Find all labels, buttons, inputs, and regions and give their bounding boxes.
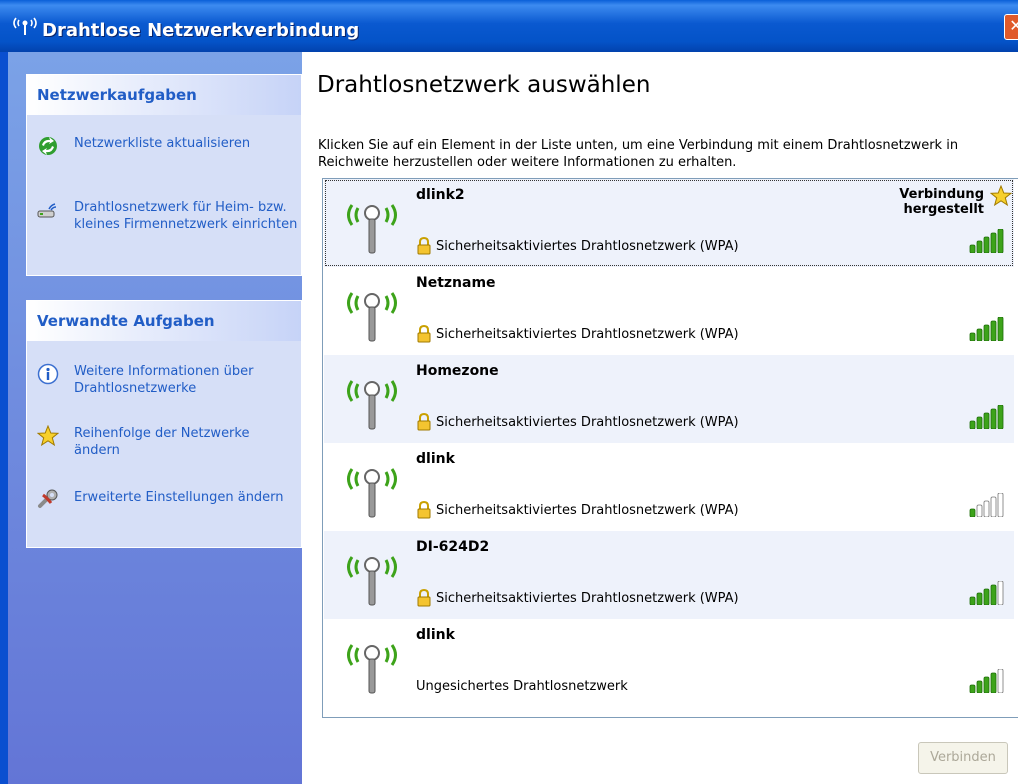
signal-bar [997,229,1004,253]
signal-bar [969,244,976,253]
instructions-text: Klicken Sie auf ein Element in der Liste… [318,138,959,170]
signal-bar [976,504,983,517]
security-info: Sicherheitsaktiviertes Drahtlosnetzwerk … [436,503,739,518]
signal-bar [976,328,983,341]
network-tasks-title: Netzwerkaufgaben [27,75,301,115]
antenna-icon [347,468,397,518]
lock-icon [417,237,431,255]
signal-bar [990,408,997,429]
security-info: Sicherheitsaktiviertes Drahtlosnetzwerk … [436,591,739,606]
signal-bar [969,508,976,517]
network-row[interactable]: dlink Sicherheitsaktiviertes Drahtlosnet… [324,443,1014,531]
signal-strength-icon [969,581,1004,605]
setup-wireless-network-link[interactable]: Drahtlosnetzwerk für Heim- bzw. kleines … [37,199,297,253]
signal-bar [976,592,983,605]
lock-icon [417,501,431,519]
signal-bar [997,669,1004,693]
network-list[interactable]: dlink2 Verbindung hergestellt Sicherheit… [322,178,1018,718]
signal-bar [997,405,1004,429]
main-panel: Drahtlosnetzwerk auswählen Klicken Sie a… [302,52,1018,784]
security-info: Sicherheitsaktiviertes Drahtlosnetzwerk … [436,239,739,254]
page-title: Drahtlosnetzwerk auswählen [317,72,651,98]
network-row[interactable]: Netzname Sicherheitsaktiviertes Drahtlos… [324,267,1014,355]
star-icon [37,425,59,447]
signal-bar [990,672,997,693]
connection-status: Verbindung hergestellt [899,187,984,217]
task-label: Drahtlosnetzwerk für Heim- bzw. kleines … [74,200,298,232]
signal-bar [983,588,990,605]
antenna-icon [347,380,397,430]
refresh-icon [39,137,57,155]
network-row[interactable]: Homezone Sicherheitsaktiviertes Drahtlos… [324,355,1014,443]
lock-icon [417,589,431,607]
network-name: DI-624D2 [416,539,490,555]
lock-icon [417,325,431,343]
task-label: Weitere Informationen über Drahtlosnetzw… [74,364,254,396]
security-info: Ungesichertes Drahtlosnetzwerk [416,679,628,694]
signal-bar [969,684,976,693]
signal-strength-icon [969,229,1004,253]
network-name: dlink2 [416,187,465,203]
network-row[interactable]: dlink2 Verbindung hergestellt Sicherheit… [324,179,1014,267]
signal-bar [983,236,990,253]
signal-bar [997,581,1004,605]
antenna-icon [347,292,397,342]
signal-bar [969,420,976,429]
network-row[interactable]: dlink Ungesichertes Drahtlosnetzwerk [324,619,1014,707]
security-info: Sicherheitsaktiviertes Drahtlosnetzwerk … [436,327,739,342]
task-label: Erweiterte Einstellungen ändern [74,490,284,505]
wireless-setup-icon [37,203,57,218]
signal-bar [997,493,1004,517]
related-tasks-title: Verwandte Aufgaben [27,301,301,341]
network-name: dlink [416,627,455,643]
network-name: Homezone [416,363,499,379]
signal-strength-icon [969,669,1004,693]
signal-strength-icon [969,493,1004,517]
more-info-wireless-link[interactable]: Weitere Informationen über Drahtlosnetzw… [37,363,297,403]
settings-icon [38,489,58,508]
change-network-order-link[interactable]: Reihenfolge der Netzwerke ändern [37,425,297,465]
network-tasks-panel: Netzwerkaufgaben Netzwerkliste aktualisi… [26,74,302,276]
close-button[interactable]: ✕ [1004,14,1018,40]
network-name: Netzname [416,275,496,291]
signal-bar [976,416,983,429]
signal-strength-icon [969,405,1004,429]
signal-bar [976,680,983,693]
signal-bar [990,232,997,253]
signal-bar [983,412,990,429]
refresh-network-list-link[interactable]: Netzwerkliste aktualisieren [37,135,297,159]
lock-icon [417,413,431,431]
signal-strength-icon [969,317,1004,341]
info-icon [37,363,59,385]
signal-bar [990,584,997,605]
task-label: Netzwerkliste aktualisieren [74,136,251,151]
task-pane: Netzwerkaufgaben Netzwerkliste aktualisi… [0,52,302,784]
network-name: dlink [416,451,455,467]
wireless-icon [13,17,37,35]
related-tasks-panel: Verwandte Aufgaben Weitere Informationen… [26,300,302,548]
signal-bar [976,240,983,253]
task-label: Reihenfolge der Netzwerke ändern [74,426,250,458]
antenna-icon [347,644,397,694]
signal-bar [983,676,990,693]
signal-bar [990,496,997,517]
signal-bar [983,500,990,517]
security-info: Sicherheitsaktiviertes Drahtlosnetzwerk … [436,415,739,430]
title-bar: Drahtlose Netzwerkverbindung ✕ [0,0,1018,52]
window-title: Drahtlose Netzwerkverbindung [42,20,360,41]
connect-button[interactable]: Verbinden [918,742,1008,774]
advanced-settings-link[interactable]: Erweiterte Einstellungen ändern [37,489,297,529]
star-icon [990,185,1012,207]
signal-bar [969,332,976,341]
signal-bar [983,324,990,341]
network-row[interactable]: DI-624D2 Sicherheitsaktiviertes Drahtlos… [324,531,1014,619]
antenna-icon [347,556,397,606]
antenna-icon [347,204,397,254]
signal-bar [997,317,1004,341]
signal-bar [990,320,997,341]
signal-bar [969,596,976,605]
